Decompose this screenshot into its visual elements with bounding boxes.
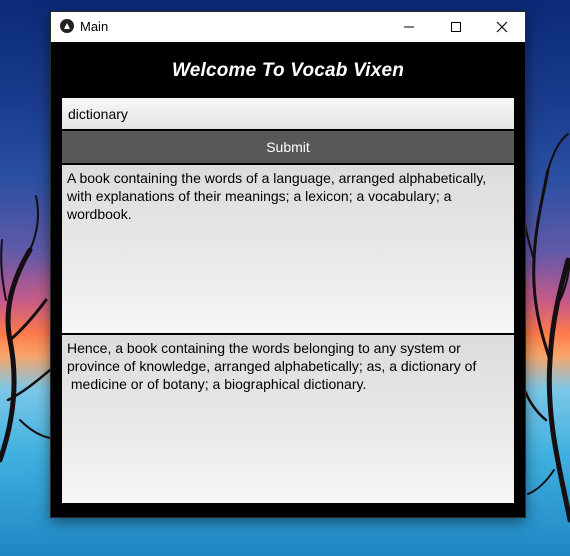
maximize-icon bbox=[451, 22, 461, 32]
definition-text-2[interactable]: Hence, a book containing the words belon… bbox=[62, 335, 514, 503]
close-icon bbox=[496, 21, 508, 33]
submit-button[interactable]: Submit bbox=[62, 131, 514, 163]
close-button[interactable] bbox=[479, 12, 525, 42]
definition-text-1[interactable]: A book containing the words of a languag… bbox=[62, 165, 514, 333]
page-title: Welcome To Vocab Vixen bbox=[171, 60, 405, 81]
app-window: Main Welcome To Vocab Vixen dictionary S… bbox=[51, 12, 525, 517]
minimize-button[interactable] bbox=[386, 12, 432, 42]
word-search-input[interactable] bbox=[62, 98, 514, 129]
maximize-button[interactable] bbox=[433, 12, 479, 42]
window-title: Main bbox=[80, 19, 109, 34]
kivy-icon bbox=[60, 19, 74, 33]
wallpaper-tree-right bbox=[521, 133, 570, 523]
minimize-icon bbox=[404, 26, 414, 28]
desktop-background: Main Welcome To Vocab Vixen dictionary S… bbox=[0, 0, 570, 556]
app-content: Welcome To Vocab Vixen Submit A book con… bbox=[51, 42, 525, 517]
title-bar[interactable]: Main bbox=[51, 12, 525, 42]
